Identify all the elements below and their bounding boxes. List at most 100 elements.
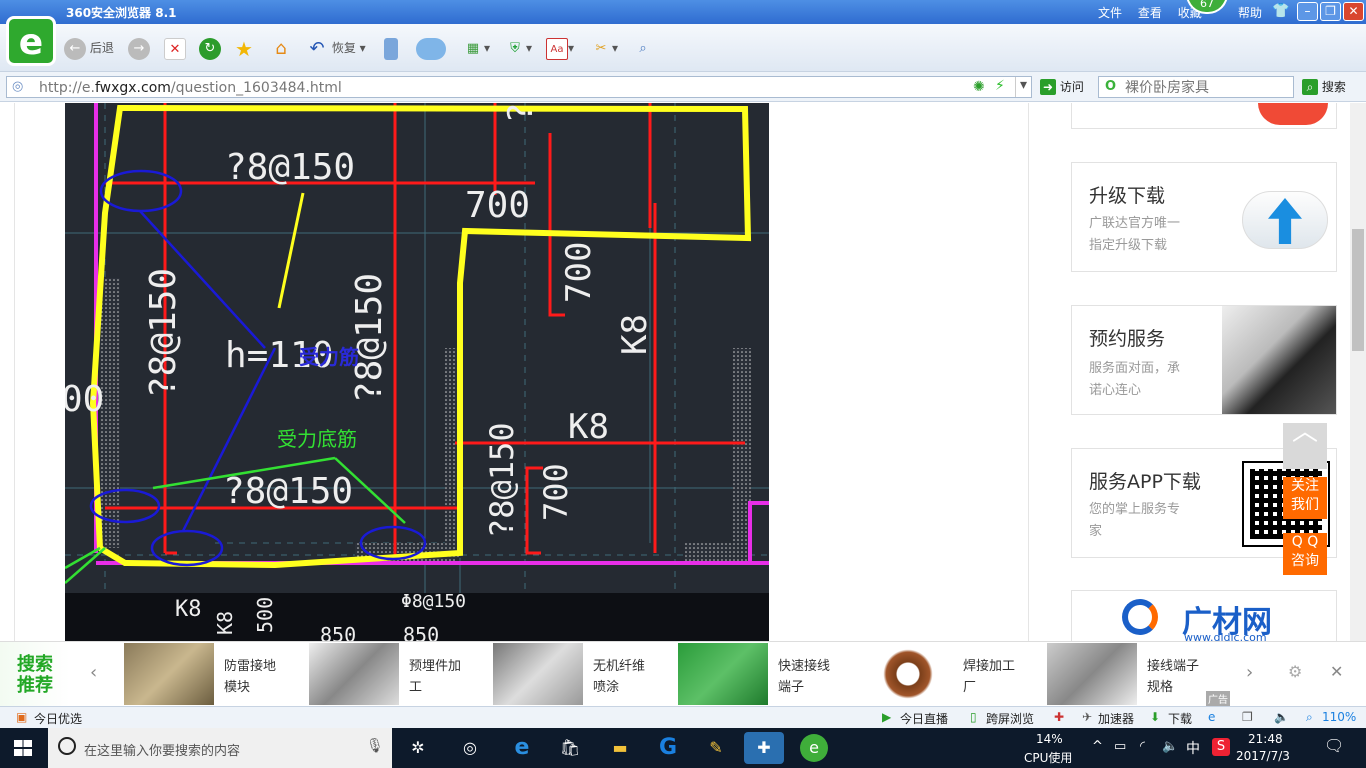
cad-drawing-image: ?8@150 700 ?8@ ?8@150 h=110 ?8@150 700 K… — [65, 103, 769, 641]
home-button[interactable]: ⌂ — [270, 36, 292, 60]
minimize-button[interactable]: – — [1297, 2, 1318, 21]
settings-gear-icon[interactable]: ⚙ — [1288, 662, 1302, 681]
favorite-button[interactable]: ★ — [233, 36, 255, 60]
browser-swirl-icon[interactable]: ◎ — [454, 732, 486, 764]
ie-icon[interactable]: e — [1208, 710, 1215, 724]
recommend-item[interactable]: 防雷接地 模块 — [124, 642, 308, 707]
next-arrow-icon[interactable]: › — [1246, 662, 1253, 683]
cad-label: ?8@150 — [483, 422, 521, 538]
accelerator-link[interactable]: 加速器 — [1098, 710, 1134, 727]
item-thumbnail — [493, 643, 583, 705]
search-input[interactable] — [1125, 79, 1285, 95]
chevron-up-icon[interactable]: ^ — [1092, 739, 1103, 754]
back-to-top-button[interactable]: ︿ — [1283, 419, 1327, 469]
volume-icon[interactable]: 🔈 — [1162, 739, 1178, 754]
go-button[interactable]: ➜ 访问 — [1040, 78, 1084, 95]
window-icon[interactable]: ❐ — [1242, 710, 1253, 724]
store-icon[interactable]: 🛍 — [554, 732, 586, 764]
cad-app-icon[interactable]: ✚ — [744, 732, 784, 764]
skin-icon[interactable]: 👕 — [1272, 3, 1289, 19]
notepad-icon[interactable]: ✎ — [700, 732, 732, 764]
qq-consult-button[interactable]: Q Q 咨询 — [1283, 533, 1327, 575]
screenshot-button[interactable]: ✂ ▾ — [590, 36, 618, 60]
close-bar-icon[interactable]: ✕ — [1330, 662, 1343, 681]
speaker-icon[interactable]: 🔈 — [1274, 710, 1289, 724]
recommend-item[interactable]: 无机纤维 喷涂 — [493, 642, 677, 707]
cad-label: ?8@150 — [143, 267, 184, 398]
plus-icon[interactable]: ✚ — [1054, 710, 1064, 724]
zoom-icon: ⌕ — [1306, 710, 1313, 724]
stop-button[interactable]: ✕ — [164, 36, 186, 60]
cloud-button[interactable] — [416, 36, 446, 60]
windows-start-icon[interactable] — [14, 740, 32, 756]
phone-icon: ▯ — [970, 710, 977, 724]
security-button[interactable]: ⛨ ▾ — [504, 36, 532, 60]
microphone-icon[interactable]: 🎙 — [366, 738, 384, 754]
translate-button[interactable]: Aa ▾ — [546, 36, 574, 60]
back-arrow-icon: ← — [64, 37, 86, 60]
zoom-button[interactable]: ⌕ — [632, 36, 654, 60]
recommend-item[interactable]: 快速接线 端子 — [678, 642, 862, 707]
sidebar-card-brand[interactable]: 广材网 www.gldjc.com — [1071, 590, 1337, 641]
lightning-icon[interactable]: ⚡ — [995, 78, 1005, 94]
close-window-button[interactable]: ✕ — [1343, 2, 1364, 21]
search-button[interactable]: ⌕ 搜索 — [1302, 78, 1346, 95]
menu-view[interactable]: 查看 — [1138, 6, 1162, 20]
content-divider — [14, 103, 15, 641]
360-browser-taskbar-icon[interactable]: e — [800, 734, 828, 762]
taskbar-search-box[interactable]: 在这里输入你要搜索的内容 🎙 — [48, 728, 392, 768]
refresh-button[interactable]: ↻ — [199, 36, 221, 60]
edge-icon[interactable]: e — [506, 732, 538, 764]
sogou-icon[interactable]: S — [1212, 738, 1230, 756]
title-bar: 360安全浏览器 8.1 文件 查看 收藏 67 帮助 👕 – ❐ ✕ — [0, 0, 1366, 24]
search-box[interactable]: O — [1098, 76, 1294, 98]
scrollbar-thumb[interactable] — [1352, 229, 1364, 351]
sidebar-card-top[interactable] — [1071, 103, 1337, 129]
chevron-down-icon: ▾ — [612, 41, 619, 55]
download-link[interactable]: 下载 — [1168, 710, 1192, 727]
cad-label: 700 — [559, 241, 599, 303]
cad-label: ?8@150 — [225, 147, 356, 188]
forward-button[interactable]: → — [128, 36, 150, 60]
play-icon: ▶ — [882, 710, 892, 724]
wifi-icon[interactable]: ◜ — [1140, 739, 1145, 754]
prev-arrow-icon[interactable]: ‹ — [90, 662, 97, 683]
sidebar-card-booking[interactable]: 预约服务 服务面对面，承 诺心连心 — [1071, 305, 1337, 415]
apps-button[interactable]: ▦ ▾ — [462, 36, 490, 60]
menu-file[interactable]: 文件 — [1098, 6, 1122, 20]
pinwheel-app-icon[interactable]: ✲ — [402, 732, 434, 764]
zoom-level[interactable]: 110% — [1322, 710, 1356, 724]
today-live-link[interactable]: 今日直播 — [900, 710, 948, 727]
follow-us-button[interactable]: 关注 我们 — [1283, 477, 1327, 519]
vertical-scrollbar[interactable] — [1350, 103, 1366, 703]
notification-icon[interactable]: 🗨 — [1324, 736, 1344, 755]
recommend-item[interactable]: 焊接加工厂 — [863, 642, 1047, 707]
url-dropdown-icon[interactable]: ▾ — [1015, 77, 1031, 97]
restore-window-button[interactable]: ❐ — [1320, 2, 1341, 21]
glodon-app-icon[interactable]: G — [652, 732, 684, 764]
cad-label: 00 — [65, 379, 105, 420]
url-field[interactable]: ◎ http://e.fwxgx.com/question_1603484.ht… — [6, 76, 1032, 98]
sidebar-card-upgrade[interactable]: 升级下载 广联达官方唯一 指定升级下载 — [1071, 162, 1337, 272]
back-button[interactable]: ← 后退 — [64, 36, 114, 60]
network-icon[interactable]: ▭ — [1114, 739, 1126, 754]
folder-icon[interactable]: ▬ — [604, 732, 636, 764]
cross-screen-link[interactable]: 跨屏浏览 — [986, 710, 1034, 727]
ime-indicator[interactable]: 中 — [1186, 738, 1200, 758]
recommend-label: 搜索 推荐 — [0, 642, 70, 707]
cad-label: ?8@150 — [223, 471, 354, 512]
clock-time[interactable]: 21:48 — [1248, 732, 1283, 746]
menu-help[interactable]: 帮助 — [1238, 4, 1262, 21]
chevron-down-icon: ▾ — [484, 41, 491, 55]
today-picks-link[interactable]: 今日优选 — [34, 710, 82, 727]
restore-button[interactable]: ↶ 恢复 ▾ — [306, 36, 365, 60]
cloud-upload-icon — [1242, 191, 1328, 249]
recommend-item[interactable]: 接线端子 规格 — [1047, 642, 1231, 707]
mobile-button[interactable] — [384, 36, 398, 60]
browser-logo-icon[interactable]: e — [6, 16, 56, 66]
cad-yellow-arrow — [277, 192, 305, 309]
forward-arrow-icon: → — [128, 37, 150, 60]
recommend-item[interactable]: 预埋件加工 — [309, 642, 493, 707]
page-icon: ◎ — [12, 79, 24, 94]
clock-date[interactable]: 2017/7/3 — [1236, 749, 1290, 763]
